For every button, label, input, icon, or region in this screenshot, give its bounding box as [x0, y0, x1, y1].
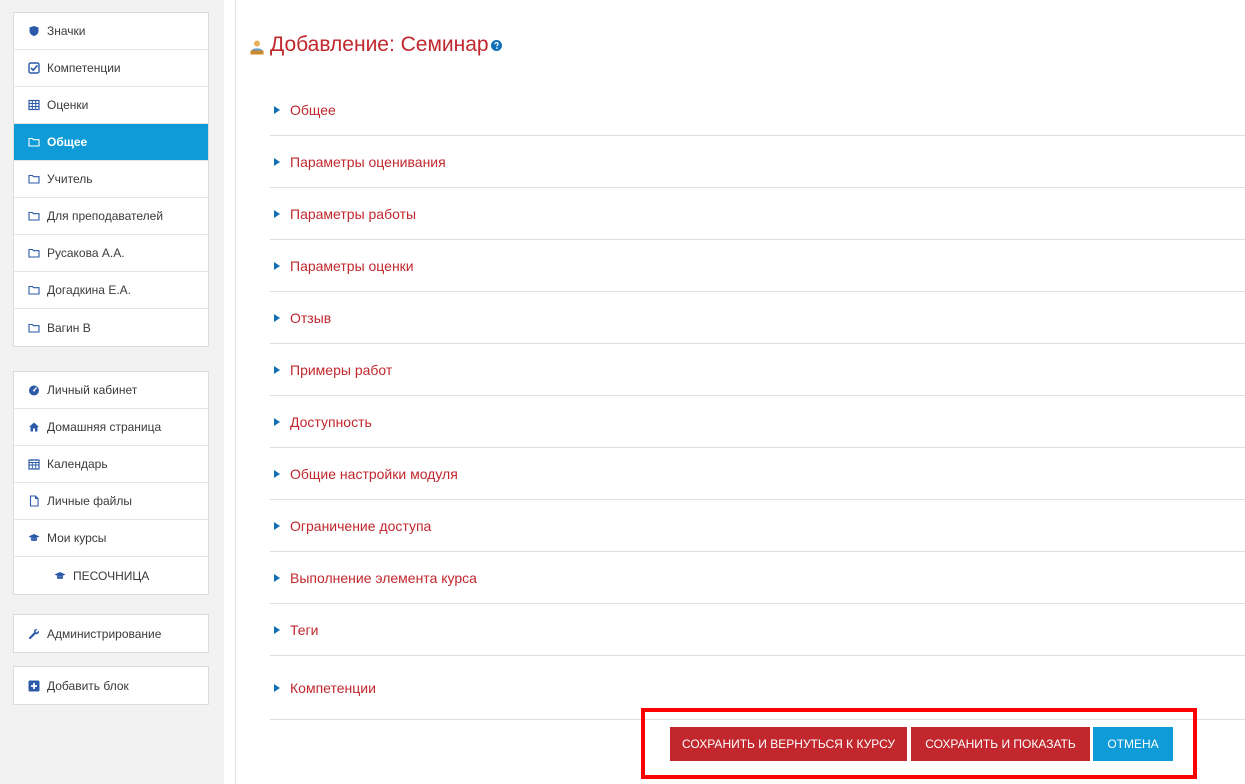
section-label: Параметры оценивания: [290, 153, 446, 170]
section-label: Теги: [290, 621, 319, 638]
nav-item-private-files[interactable]: Личные файлы: [14, 483, 208, 520]
section-assessment-settings[interactable]: Параметры оценки: [270, 240, 1245, 292]
section-common-module-settings[interactable]: Общие настройки модуля: [270, 448, 1245, 500]
nav-item-dogadkina[interactable]: Догадкина Е.А.: [14, 272, 208, 309]
section-example-submissions[interactable]: Примеры работ: [270, 344, 1245, 396]
nav-item-label: Общее: [47, 135, 88, 149]
section-label: Общее: [290, 101, 336, 118]
section-activity-completion[interactable]: Выполнение элемента курса: [270, 552, 1245, 604]
folder-icon: [28, 284, 40, 296]
nav-item-label: Добавить блок: [47, 678, 129, 693]
page-title-text: Добавление: Семинар: [270, 33, 489, 56]
check-square-icon: [28, 62, 40, 74]
nav-item-label: Домашняя страница: [47, 420, 162, 434]
section-label: Выполнение элемента курса: [290, 569, 477, 586]
shield-icon: [28, 25, 40, 37]
expand-arrow-icon: [274, 573, 280, 582]
nav-item-competencies[interactable]: Компетенции: [14, 50, 208, 87]
nav-item-label: Личный кабинет: [47, 383, 138, 397]
folder-icon: [28, 136, 40, 148]
nav-item-my-courses[interactable]: Мои курсы: [14, 520, 208, 557]
nav-item-grades[interactable]: Оценки: [14, 87, 208, 124]
nav-item-label: Календарь: [47, 457, 108, 471]
section-availability[interactable]: Доступность: [270, 396, 1245, 448]
nav-item-label: ПЕСОЧНИЦА: [73, 568, 150, 583]
section-label: Доступность: [290, 413, 372, 430]
nav-item-label: Вагин В: [47, 320, 91, 335]
section-label: Ограничение доступа: [290, 517, 432, 534]
page-title: Добавление: Семинар: [250, 33, 502, 57]
section-label: Отзыв: [290, 309, 332, 326]
nav-item-home[interactable]: Домашняя страница: [14, 409, 208, 446]
graduation-cap-icon: [28, 532, 40, 544]
nav-item-dashboard[interactable]: Личный кабинет: [14, 372, 208, 409]
section-label: Общие настройки модуля: [290, 465, 458, 482]
nav-item-teacher[interactable]: Учитель: [14, 161, 208, 198]
expand-arrow-icon: [274, 625, 280, 634]
nav-item-for-teachers[interactable]: Для преподавателей: [14, 198, 208, 235]
section-feedback[interactable]: Отзыв: [270, 292, 1245, 344]
expand-arrow-icon: [274, 105, 280, 114]
expand-arrow-icon: [274, 683, 280, 692]
nav-item-label: Оценки: [47, 98, 89, 112]
section-label: Параметры работы: [290, 205, 417, 222]
site-navigation-block: Личный кабинет Домашняя страница Календа…: [13, 371, 209, 595]
nav-item-label: Администрирование: [47, 626, 162, 641]
nav-item-label: Для преподавателей: [47, 209, 164, 223]
column-divider: [235, 0, 236, 784]
course-navigation-block: Значки Компетенции Оценки Общее Учитель …: [13, 12, 209, 347]
expand-arrow-icon: [274, 157, 280, 166]
section-label: Примеры работ: [290, 361, 393, 378]
expand-arrow-icon: [274, 313, 280, 322]
add-block-button[interactable]: Добавить блок: [14, 667, 208, 704]
expand-arrow-icon: [274, 417, 280, 426]
nav-item-administration[interactable]: Администрирование: [14, 615, 208, 652]
section-general[interactable]: Общее: [270, 84, 1245, 136]
expand-arrow-icon: [274, 365, 280, 374]
highlight-box: [641, 708, 1197, 779]
nav-item-label: Учитель: [47, 172, 93, 186]
nav-item-label: Личные файлы: [47, 494, 132, 508]
folder-icon: [28, 210, 40, 222]
expand-arrow-icon: [274, 521, 280, 530]
expand-arrow-icon: [274, 261, 280, 270]
dashboard-icon: [28, 384, 40, 396]
file-icon: [28, 495, 40, 507]
section-tags[interactable]: Теги: [270, 604, 1245, 656]
nav-item-label: Значки: [47, 24, 86, 38]
calendar-icon: [28, 458, 40, 470]
nav-item-label: Мои курсы: [47, 531, 107, 545]
expand-arrow-icon: [274, 209, 280, 218]
section-restrict-access[interactable]: Ограничение доступа: [270, 500, 1245, 552]
nav-item-badges[interactable]: Значки: [14, 13, 208, 50]
wrench-icon: [28, 628, 40, 640]
nav-item-label: Догадкина Е.А.: [47, 283, 131, 297]
nav-item-label: Русакова А.А.: [47, 246, 125, 260]
administration-block: Администрирование: [13, 614, 209, 653]
folder-icon: [28, 247, 40, 259]
section-label: Компетенции: [290, 679, 376, 696]
nav-item-vagin[interactable]: Вагин В: [14, 309, 208, 346]
section-label: Параметры оценки: [290, 257, 414, 274]
add-block-block: Добавить блок: [13, 666, 209, 705]
folder-icon: [28, 322, 40, 334]
expand-arrow-icon: [274, 469, 280, 478]
section-submission-settings[interactable]: Параметры работы: [270, 188, 1245, 240]
section-grade-settings[interactable]: Параметры оценивания: [270, 136, 1245, 188]
plus-square-icon: [28, 680, 40, 692]
nav-item-general[interactable]: Общее: [14, 124, 208, 161]
graduation-cap-icon: [54, 570, 66, 582]
nav-item-label: Компетенции: [47, 61, 121, 75]
workshop-module-icon: [250, 37, 264, 55]
nav-item-rusakova[interactable]: Русакова А.А.: [14, 235, 208, 272]
folder-icon: [28, 173, 40, 185]
table-icon: [28, 99, 40, 111]
help-icon[interactable]: [490, 39, 502, 51]
home-icon: [28, 421, 40, 433]
nav-item-sandbox[interactable]: ПЕСОЧНИЦА: [14, 557, 208, 594]
nav-item-calendar[interactable]: Календарь: [14, 446, 208, 483]
